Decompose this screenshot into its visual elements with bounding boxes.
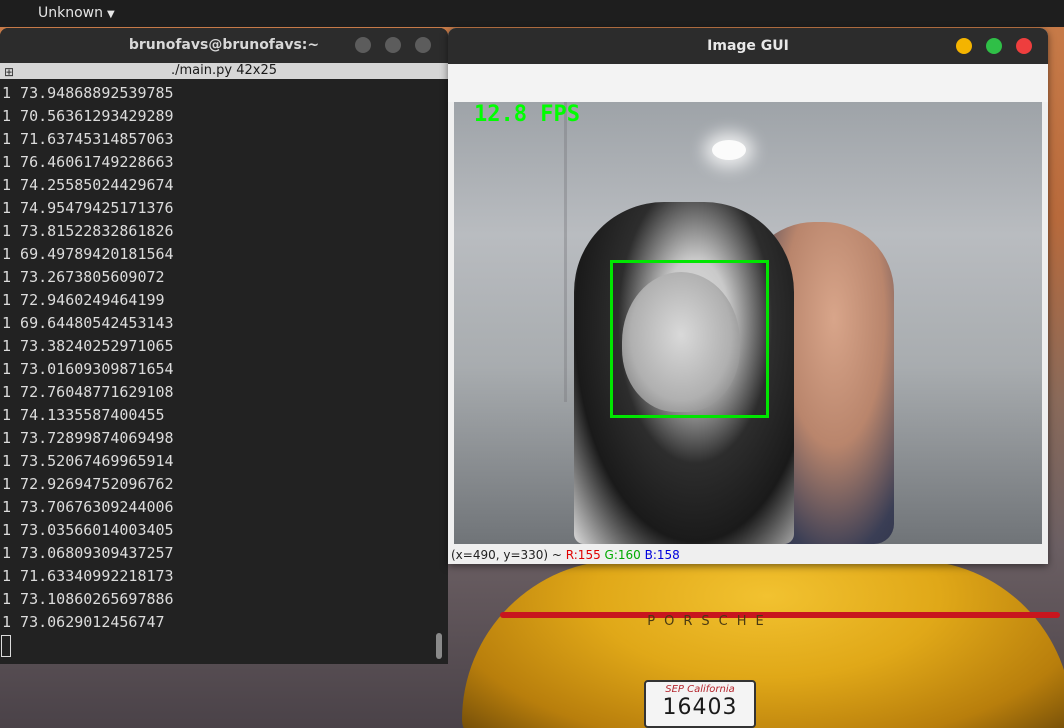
image-gui-toolbar [448, 64, 1048, 102]
minimize-button[interactable] [355, 37, 371, 53]
image-gui-titlebar[interactable]: Image GUI [448, 28, 1048, 64]
image-gui-window: Image GUI 12.8 FPS (x=490, y=330) ~ R:15… [448, 28, 1048, 564]
top-panel: Unknown ▼ [0, 0, 1064, 27]
minimize-button[interactable] [956, 38, 972, 54]
plate-state: California [687, 684, 735, 695]
wallpaper-car-image [462, 560, 1064, 728]
terminal-line: 1 73.38240252971065 [2, 337, 174, 355]
maximize-button[interactable] [385, 37, 401, 53]
terminal-line: 1 69.64480542453143 [2, 314, 174, 332]
close-button[interactable] [1016, 38, 1032, 54]
terminal-scrollbar[interactable] [436, 633, 442, 659]
terminal-line: 1 76.46061749228663 [2, 153, 174, 171]
terminal-line: 1 72.76048771629108 [2, 383, 174, 401]
terminal-line: 1 69.49789420181564 [2, 245, 174, 263]
terminal-line: 1 73.52067469965914 [2, 452, 174, 470]
terminal-line: 1 73.81522832861826 [2, 222, 174, 240]
terminal-tab[interactable]: ⊞ ./main.py 42x25 [0, 63, 448, 79]
terminal-tab-title: ./main.py 42x25 [171, 63, 277, 78]
status-red: R:155 [565, 548, 601, 562]
terminal-line: 1 73.72899874069498 [2, 429, 174, 447]
frame-ceiling-light [712, 140, 746, 160]
terminal-title: brunofavs@brunofavs:~ [128, 37, 320, 53]
frame-wall-corner [564, 102, 567, 402]
terminal-cursor [1, 635, 11, 657]
close-button[interactable] [415, 37, 431, 53]
terminal-output[interactable]: 1 73.94868892539785 1 70.56361293429289 1 … [0, 79, 448, 664]
terminal-line: 1 72.9460249464199 [2, 291, 165, 309]
image-gui-title: Image GUI [707, 38, 789, 54]
webcam-frame[interactable]: 12.8 FPS [454, 102, 1042, 544]
status-green: G:160 [604, 548, 641, 562]
maximize-button[interactable] [986, 38, 1002, 54]
wallpaper-car-brand: PORSCHE [647, 614, 773, 629]
terminal-line: 1 73.2673805609072 [2, 268, 165, 286]
terminal-line: 1 74.95479425171376 [2, 199, 174, 217]
split-tab-icon[interactable]: ⊞ [4, 64, 14, 80]
terminal-line: 1 74.25585024429674 [2, 176, 174, 194]
fps-overlay: 12.8 FPS [474, 102, 580, 127]
terminal-line: 1 72.92694752096762 [2, 475, 174, 493]
pixel-status-bar: (x=490, y=330) ~ R:155 G:160 B:158 [448, 546, 1048, 564]
terminal-line: 1 73.01609309871654 [2, 360, 174, 378]
plate-month: SEP [665, 684, 684, 695]
terminal-line: 1 73.06809309437257 [2, 544, 174, 562]
status-coords: (x=490, y=330) ~ [451, 548, 566, 562]
status-blue: B:158 [644, 548, 680, 562]
terminal-line: 1 71.63340992218173 [2, 567, 174, 585]
terminal-line: 1 73.10860265697886 [2, 590, 174, 608]
terminal-line: 1 73.70676309244006 [2, 498, 174, 516]
terminal-lines: 1 73.94868892539785 1 70.56361293429289 1 … [0, 79, 448, 634]
plate-number: 16403 [662, 695, 738, 720]
wallpaper-license-plate: SEP California 16403 [644, 680, 756, 728]
app-menu[interactable]: Unknown ▼ [38, 5, 115, 21]
terminal-line: 1 73.03566014003405 [2, 521, 174, 539]
face-detection-box [610, 260, 769, 418]
app-menu-label: Unknown [38, 5, 103, 21]
terminal-line: 1 74.1335587400455 [2, 406, 165, 424]
terminal-line: 1 73.94868892539785 [2, 84, 174, 102]
chevron-down-icon: ▼ [107, 9, 115, 20]
terminal-window: brunofavs@brunofavs:~ ⊞ ./main.py 42x25 … [0, 28, 448, 664]
terminal-line: 1 70.56361293429289 [2, 107, 174, 125]
terminal-line: 1 71.63745314857063 [2, 130, 174, 148]
terminal-titlebar[interactable]: brunofavs@brunofavs:~ [0, 28, 448, 63]
terminal-line: 1 73.0629012456747 [2, 613, 165, 631]
